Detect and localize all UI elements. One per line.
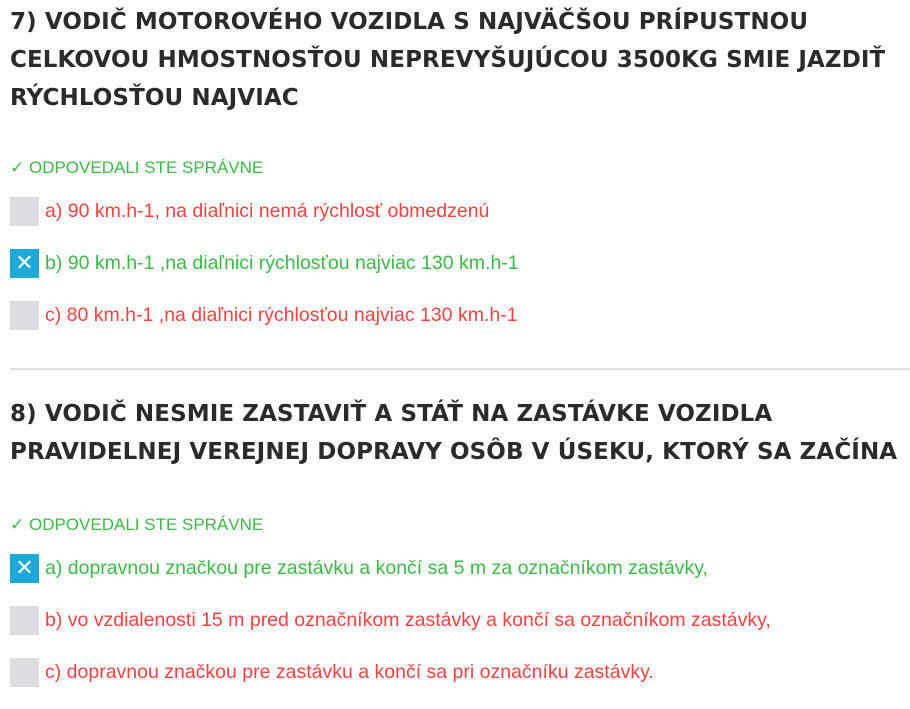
answer-label: b) 90 km.h-1 ,na diaľnici rýchlosťou naj… [45, 252, 519, 274]
answer-checkbox[interactable] [10, 657, 39, 687]
check-x-icon: ✕ [15, 250, 34, 276]
answer-label: a) 90 km.h-1, na diaľnici nemá rýchlosť … [45, 200, 490, 222]
answer-option-c[interactable]: c) 80 km.h-1 ,na diaľnici rýchlosťou naj… [10, 300, 900, 330]
answer-option-c[interactable]: c) dopravnou značkou pre zastávku a konč… [10, 657, 900, 687]
answer-option-b[interactable]: b) vo vzdialenosti 15 m pred označníkom … [10, 605, 900, 635]
answer-checkbox-checked[interactable]: ✕ [10, 553, 39, 583]
question-7: 7) VODIČ MOTOROVÉHO VOZIDLA S NAJVÄČŠOU … [10, 0, 900, 352]
answer-label: c) dopravnou značkou pre zastávku a konč… [45, 661, 654, 683]
answer-checkbox[interactable] [10, 300, 39, 330]
question-title: 7) VODIČ MOTOROVÉHO VOZIDLA S NAJVÄČŠOU … [10, 9, 886, 111]
answer-label: a) dopravnou značkou pre zastávku a konč… [45, 557, 708, 579]
answer-option-a[interactable]: a) 90 km.h-1, na diaľnici nemá rýchlosť … [10, 196, 900, 226]
check-x-icon: ✕ [15, 555, 34, 581]
question-8: 8) VODIČ NESMIE ZASTAVIŤ A STÁŤ NA ZASTÁ… [10, 392, 900, 709]
answer-checkbox-checked[interactable]: ✕ [10, 248, 39, 278]
answer-checkbox[interactable] [10, 196, 39, 226]
question-title: 8) VODIČ NESMIE ZASTAVIŤ A STÁŤ NA ZASTÁ… [10, 401, 898, 465]
correct-status-label: ✓ ODPOVEDALI STE SPRÁVNE [10, 158, 264, 177]
answer-list: a) 90 km.h-1, na diaľnici nemá rýchlosť … [10, 196, 900, 330]
answer-option-a[interactable]: ✕ a) dopravnou značkou pre zastávku a ko… [10, 553, 900, 583]
answer-label: b) vo vzdialenosti 15 m pred označníkom … [45, 609, 771, 631]
answer-checkbox[interactable] [10, 605, 39, 635]
question-divider [10, 368, 910, 370]
answer-label: c) 80 km.h-1 ,na diaľnici rýchlosťou naj… [45, 304, 518, 326]
correct-status-label: ✓ ODPOVEDALI STE SPRÁVNE [10, 515, 264, 534]
answer-list: ✕ a) dopravnou značkou pre zastávku a ko… [10, 553, 900, 687]
answer-option-b[interactable]: ✕ b) 90 km.h-1 ,na diaľnici rýchlosťou n… [10, 248, 900, 278]
